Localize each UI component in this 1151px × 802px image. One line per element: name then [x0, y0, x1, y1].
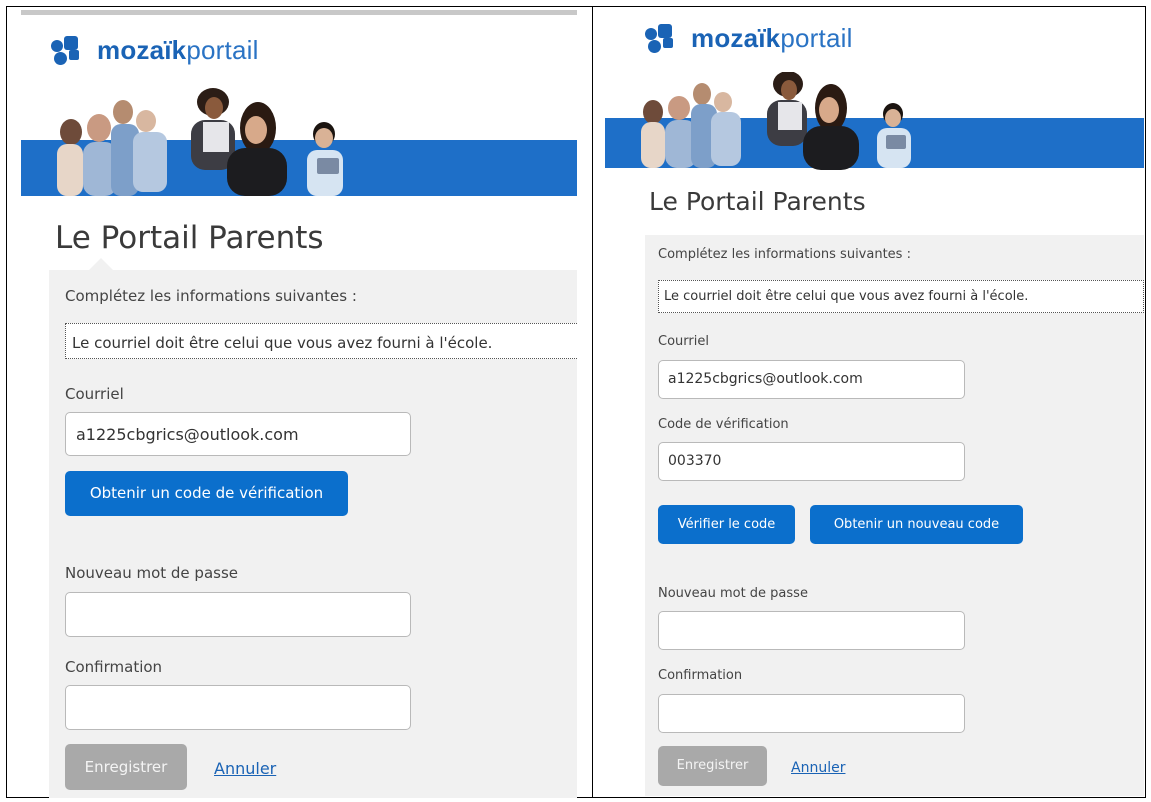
cancel-link[interactable]: Annuler [791, 760, 845, 776]
right-screenshot-panel: mozaïkportail Le Portail Parents Complét… [605, 10, 1144, 796]
get-verification-code-button[interactable]: Obtenir un code de vérification [65, 471, 348, 516]
mozaik-portail-logo[interactable]: mozaïkportail [645, 22, 853, 54]
verification-code-field[interactable]: 003370 [658, 442, 965, 481]
instructions-text: Complétez les informations suivantes : [658, 247, 911, 262]
form-container: Complétez les informations suivantes : L… [645, 235, 1144, 796]
page-title: Le Portail Parents [55, 220, 324, 256]
email-label: Courriel [658, 334, 709, 349]
new-password-label: Nouveau mot de passe [65, 564, 239, 582]
new-password-label: Nouveau mot de passe [658, 586, 808, 601]
instructions-text: Complétez les informations suivantes : [65, 287, 357, 305]
confirmation-label: Confirmation [65, 658, 163, 676]
email-field[interactable]: a1225cbgrics@outlook.com [658, 360, 965, 399]
info-message: Le courriel doit être celui que vous ave… [65, 323, 577, 359]
banner-image [605, 72, 1144, 178]
family-photo-illustration [57, 88, 343, 196]
form-container: Complétez les informations suivantes : L… [49, 258, 577, 798]
verification-code-label: Code de vérification [658, 417, 789, 432]
new-password-field[interactable] [658, 611, 965, 650]
page-title: Le Portail Parents [649, 187, 866, 216]
logo-brand-bold: mozaïk [691, 23, 781, 53]
logo-brand-thin: portail [780, 23, 853, 53]
logo-brand-thin: portail [186, 35, 259, 65]
get-new-code-button[interactable]: Obtenir un nouveau code [810, 505, 1023, 544]
banner-image [21, 88, 577, 196]
cancel-link[interactable]: Annuler [214, 759, 276, 778]
save-button[interactable]: Enregistrer [65, 744, 187, 790]
verify-code-button[interactable]: Vérifier le code [658, 505, 795, 544]
top-gray-bar [21, 10, 577, 15]
email-field[interactable]: a1225cbgrics@outlook.com [65, 412, 411, 456]
mozaik-logo-icon [645, 22, 683, 54]
confirmation-label: Confirmation [658, 668, 743, 683]
new-password-field[interactable] [65, 592, 411, 637]
info-message: Le courriel doit être celui que vous ave… [658, 280, 1144, 313]
mozaik-portail-logo[interactable]: mozaïkportail [51, 34, 259, 66]
left-screenshot-panel: mozaïkportail Le Portail Parents Complét… [21, 10, 577, 798]
logo-brand-bold: mozaïk [97, 35, 187, 65]
mozaik-logo-icon [51, 34, 89, 66]
confirmation-field[interactable] [658, 694, 965, 733]
confirmation-field[interactable] [65, 685, 411, 730]
family-photo-illustration [641, 72, 911, 170]
save-button[interactable]: Enregistrer [658, 746, 767, 786]
frame-divider [592, 6, 593, 798]
email-label: Courriel [65, 385, 124, 403]
